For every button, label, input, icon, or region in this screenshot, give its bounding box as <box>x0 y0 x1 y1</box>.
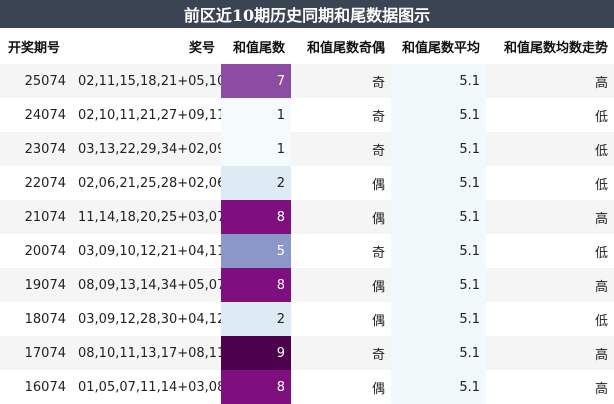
cell-issue: 22074 <box>0 166 72 200</box>
cell-parity: 偶 <box>291 166 391 200</box>
column-header-tail[interactable]: 和值尾数 <box>221 28 291 64</box>
cell-trend: 高 <box>486 370 614 404</box>
cell-numbers: 02,11,15,18,21+05,10 <box>72 64 221 98</box>
cell-average: 5.1 <box>391 336 486 370</box>
cell-trend: 高 <box>486 200 614 234</box>
cell-numbers: 03,09,12,28,30+04,12 <box>72 302 221 336</box>
table-row[interactable]: 22074 02,06,21,25,28+02,06 2 偶 5.1 低 <box>0 166 614 200</box>
column-header-numbers[interactable]: 奖号 <box>72 28 221 64</box>
column-header-average[interactable]: 和值尾数平均 <box>391 28 486 64</box>
cell-parity: 偶 <box>291 370 391 404</box>
cell-tail: 8 <box>221 370 291 404</box>
cell-issue: 20074 <box>0 234 72 268</box>
cell-numbers: 02,10,11,21,27+09,11 <box>72 98 221 132</box>
cell-tail: 5 <box>221 234 291 268</box>
cell-trend: 高 <box>486 64 614 98</box>
table-row[interactable]: 20074 03,09,10,12,21+04,11 5 奇 5.1 低 <box>0 234 614 268</box>
table-row[interactable]: 23074 03,13,22,29,34+02,09 1 奇 5.1 低 <box>0 132 614 166</box>
cell-parity: 奇 <box>291 64 391 98</box>
cell-trend: 高 <box>486 336 614 370</box>
table-row[interactable]: 17074 08,10,11,13,17+08,11 9 奇 5.1 高 <box>0 336 614 370</box>
column-header-trend[interactable]: 和值尾数均数走势 <box>486 28 614 64</box>
cell-average: 5.1 <box>391 64 486 98</box>
cell-issue: 17074 <box>0 336 72 370</box>
cell-trend: 低 <box>486 132 614 166</box>
table-row[interactable]: 19074 08,09,13,14,34+05,07 8 偶 5.1 高 <box>0 268 614 302</box>
cell-tail: 8 <box>221 200 291 234</box>
cell-numbers: 03,09,10,12,21+04,11 <box>72 234 221 268</box>
cell-average: 5.1 <box>391 132 486 166</box>
cell-issue: 24074 <box>0 98 72 132</box>
cell-average: 5.1 <box>391 234 486 268</box>
history-table: 开奖期号 奖号 和值尾数 和值尾数奇偶 和值尾数平均 和值尾数均数走势 2507… <box>0 28 614 404</box>
cell-tail: 7 <box>221 64 291 98</box>
cell-numbers: 02,06,21,25,28+02,06 <box>72 166 221 200</box>
table-row[interactable]: 21074 11,14,18,20,25+03,07 8 偶 5.1 高 <box>0 200 614 234</box>
table-row[interactable]: 24074 02,10,11,21,27+09,11 1 奇 5.1 低 <box>0 98 614 132</box>
cell-tail: 2 <box>221 302 291 336</box>
header-row: 开奖期号 奖号 和值尾数 和值尾数奇偶 和值尾数平均 和值尾数均数走势 <box>0 28 614 64</box>
cell-numbers: 08,09,13,14,34+05,07 <box>72 268 221 302</box>
cell-tail: 9 <box>221 336 291 370</box>
cell-average: 5.1 <box>391 302 486 336</box>
cell-numbers: 11,14,18,20,25+03,07 <box>72 200 221 234</box>
cell-parity: 奇 <box>291 234 391 268</box>
cell-issue: 18074 <box>0 302 72 336</box>
cell-parity: 奇 <box>291 336 391 370</box>
table-body: 25074 02,11,15,18,21+05,10 7 奇 5.1 高 24074 02,1… <box>0 64 614 404</box>
cell-average: 5.1 <box>391 370 486 404</box>
cell-tail: 8 <box>221 268 291 302</box>
cell-numbers: 01,05,07,11,14+03,08 <box>72 370 221 404</box>
cell-issue: 21074 <box>0 200 72 234</box>
page-title: 前区近10期历史同期和尾数据图示 <box>0 0 614 28</box>
cell-parity: 奇 <box>291 132 391 166</box>
cell-tail: 2 <box>221 166 291 200</box>
cell-parity: 偶 <box>291 200 391 234</box>
column-header-parity[interactable]: 和值尾数奇偶 <box>291 28 391 64</box>
table-row[interactable]: 16074 01,05,07,11,14+03,08 8 偶 5.1 高 <box>0 370 614 404</box>
cell-trend: 低 <box>486 234 614 268</box>
cell-trend: 低 <box>486 302 614 336</box>
cell-average: 5.1 <box>391 98 486 132</box>
cell-average: 5.1 <box>391 200 486 234</box>
cell-tail: 1 <box>221 132 291 166</box>
cell-trend: 低 <box>486 98 614 132</box>
cell-issue: 16074 <box>0 370 72 404</box>
cell-average: 5.1 <box>391 166 486 200</box>
column-header-issue[interactable]: 开奖期号 <box>0 28 72 64</box>
cell-numbers: 03,13,22,29,34+02,09 <box>72 132 221 166</box>
cell-tail: 1 <box>221 98 291 132</box>
cell-trend: 低 <box>486 166 614 200</box>
cell-average: 5.1 <box>391 268 486 302</box>
cell-parity: 偶 <box>291 302 391 336</box>
cell-numbers: 08,10,11,13,17+08,11 <box>72 336 221 370</box>
cell-trend: 高 <box>486 268 614 302</box>
table-row[interactable]: 25074 02,11,15,18,21+05,10 7 奇 5.1 高 <box>0 64 614 98</box>
cell-parity: 偶 <box>291 268 391 302</box>
cell-parity: 奇 <box>291 98 391 132</box>
cell-issue: 25074 <box>0 64 72 98</box>
table-row[interactable]: 18074 03,09,12,28,30+04,12 2 偶 5.1 低 <box>0 302 614 336</box>
cell-issue: 23074 <box>0 132 72 166</box>
cell-issue: 19074 <box>0 268 72 302</box>
